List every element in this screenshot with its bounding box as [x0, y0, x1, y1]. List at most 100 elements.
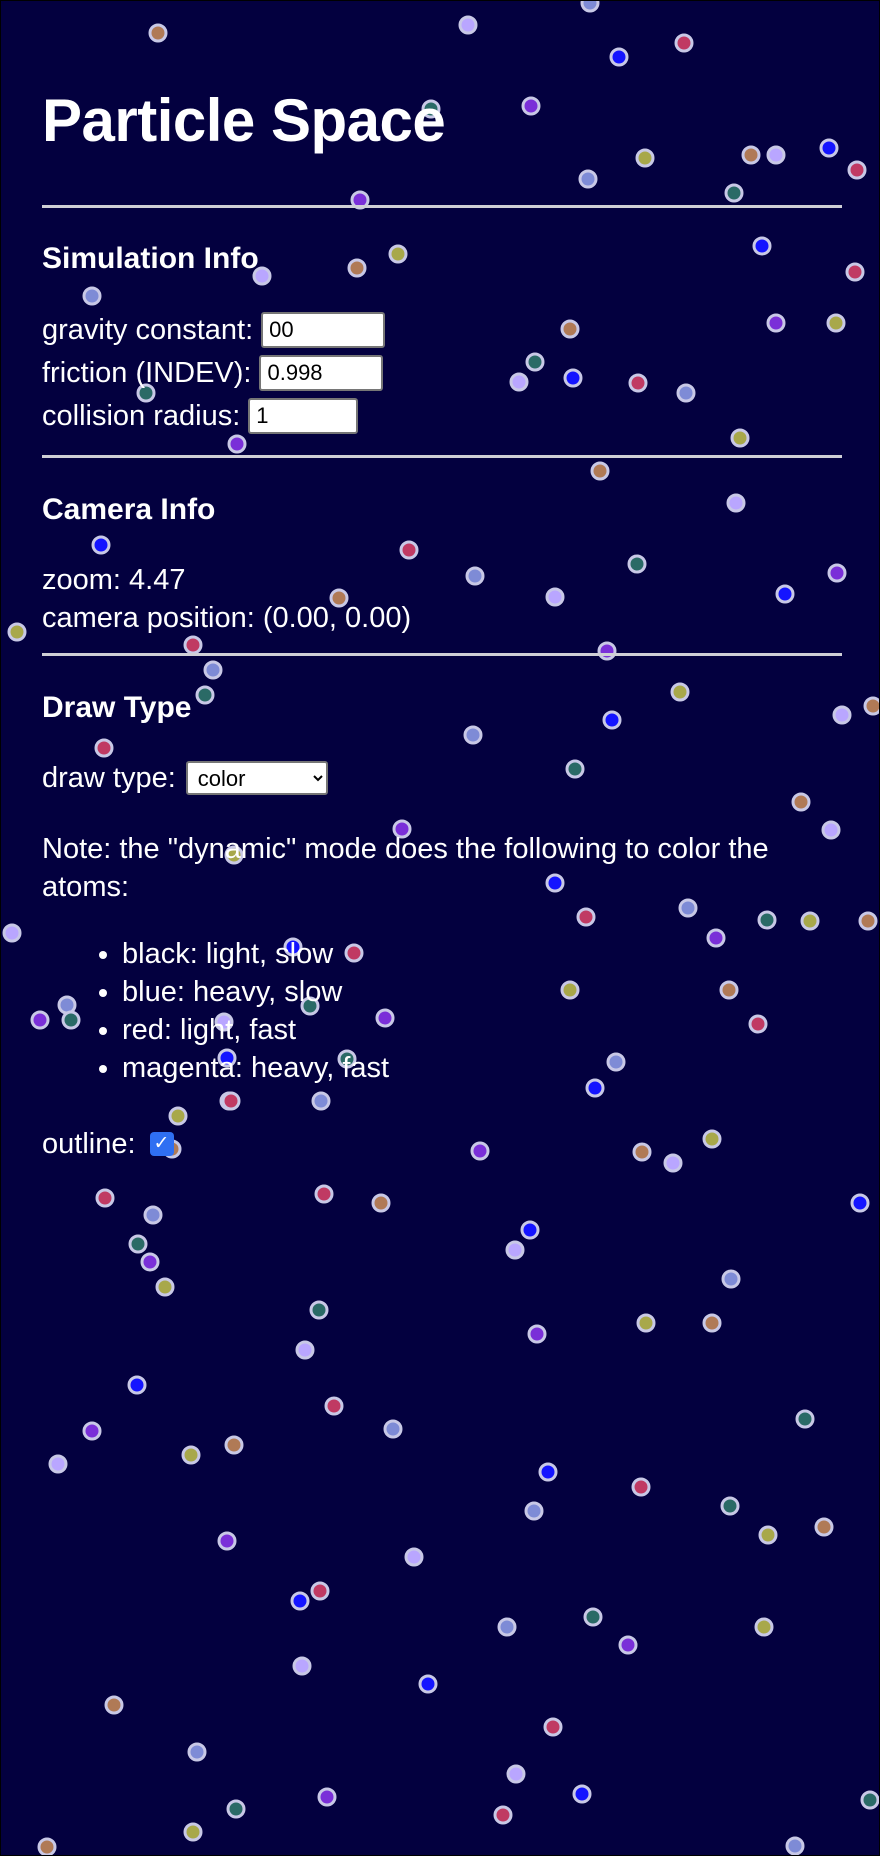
particle — [470, 1141, 490, 1161]
particle — [94, 738, 114, 758]
outline-checkbox[interactable]: ✓ — [149, 1132, 174, 1156]
particle — [563, 368, 583, 388]
particle — [183, 635, 203, 655]
particle — [128, 1234, 148, 1254]
particle — [371, 1193, 391, 1213]
particle — [404, 1547, 424, 1567]
particle — [418, 1674, 438, 1694]
particle — [324, 1396, 344, 1416]
particle — [217, 1531, 237, 1551]
particle — [663, 1153, 683, 1173]
particle — [221, 1091, 241, 1111]
particle — [741, 145, 761, 165]
particle — [509, 372, 529, 392]
friction-input[interactable] — [259, 355, 384, 391]
particle — [525, 352, 545, 372]
particle — [719, 980, 739, 1000]
particle — [521, 96, 541, 116]
particle — [775, 584, 795, 604]
draw-type-select[interactable]: color — [185, 761, 328, 795]
particle — [758, 1525, 778, 1545]
particle — [827, 563, 847, 583]
particle — [628, 373, 648, 393]
color-legend-list: black: light, slow blue: heavy, slow red… — [42, 935, 389, 1087]
particle — [195, 685, 215, 705]
draw-type-row: draw type: color — [42, 760, 328, 796]
particle — [543, 1717, 563, 1737]
particle — [845, 262, 865, 282]
particle — [631, 1477, 651, 1497]
particle — [82, 1421, 102, 1441]
particle — [506, 1764, 526, 1784]
particle — [82, 286, 102, 306]
particle — [795, 1409, 815, 1429]
friction-row: friction (INDEV): — [42, 355, 384, 391]
particle — [572, 1784, 592, 1804]
draw-type-heading: Draw Type — [42, 691, 192, 724]
particle — [227, 434, 247, 454]
particle — [606, 1052, 626, 1072]
particle — [757, 910, 777, 930]
particle — [676, 383, 696, 403]
particle — [310, 1581, 330, 1601]
particle — [226, 1799, 246, 1819]
particle — [791, 792, 811, 812]
draw-type-label: draw type: — [42, 762, 176, 794]
particle — [576, 907, 596, 927]
particle — [497, 1617, 517, 1637]
particle — [95, 1188, 115, 1208]
particle — [730, 428, 750, 448]
particle — [224, 1435, 244, 1455]
divider — [42, 205, 842, 208]
particle — [458, 15, 478, 35]
particle — [295, 1340, 315, 1360]
particle — [800, 911, 820, 931]
particle — [465, 566, 485, 586]
particle — [104, 1695, 124, 1715]
legend-item: blue: heavy, slow — [122, 973, 389, 1011]
particle — [636, 1313, 656, 1333]
particle — [814, 1517, 834, 1537]
particle — [721, 1269, 741, 1289]
particle — [388, 244, 408, 264]
particle — [590, 461, 610, 481]
particle — [91, 535, 111, 555]
particle — [168, 1106, 188, 1126]
particle — [309, 1300, 329, 1320]
particle — [399, 540, 419, 560]
gravity-label: gravity constant: — [42, 314, 254, 346]
collision-label: collision radius: — [42, 400, 241, 432]
particle — [493, 1805, 513, 1825]
particle — [785, 1836, 805, 1856]
particle — [726, 493, 746, 513]
particle — [766, 145, 786, 165]
gravity-row: gravity constant: — [42, 312, 386, 348]
particle — [560, 980, 580, 1000]
particle — [183, 1822, 203, 1842]
outline-label: outline: — [42, 1128, 136, 1160]
gravity-input[interactable] — [261, 312, 386, 348]
particle — [720, 1496, 740, 1516]
particle — [565, 759, 585, 779]
particle — [143, 1205, 163, 1225]
particle — [524, 1501, 544, 1521]
zoom-readout: zoom: 4.47 — [42, 564, 186, 596]
particle — [314, 1184, 334, 1204]
legend-item: magenta: heavy, fast — [122, 1049, 389, 1087]
friction-label: friction (INDEV): — [42, 357, 252, 389]
particle — [627, 554, 647, 574]
collision-radius-input[interactable] — [248, 398, 359, 434]
legend-item: red: light, fast — [122, 1011, 389, 1049]
particle — [311, 1091, 331, 1111]
divider — [42, 653, 842, 656]
particle — [706, 928, 726, 948]
particle — [292, 1656, 312, 1676]
particle — [748, 1014, 768, 1034]
camera-info-heading: Camera Info — [42, 493, 216, 526]
particle — [527, 1324, 547, 1344]
particle — [187, 1742, 207, 1762]
particle — [290, 1591, 310, 1611]
particle-canvas[interactable] — [0, 0, 880, 1856]
particle — [597, 641, 617, 661]
particle — [578, 169, 598, 189]
